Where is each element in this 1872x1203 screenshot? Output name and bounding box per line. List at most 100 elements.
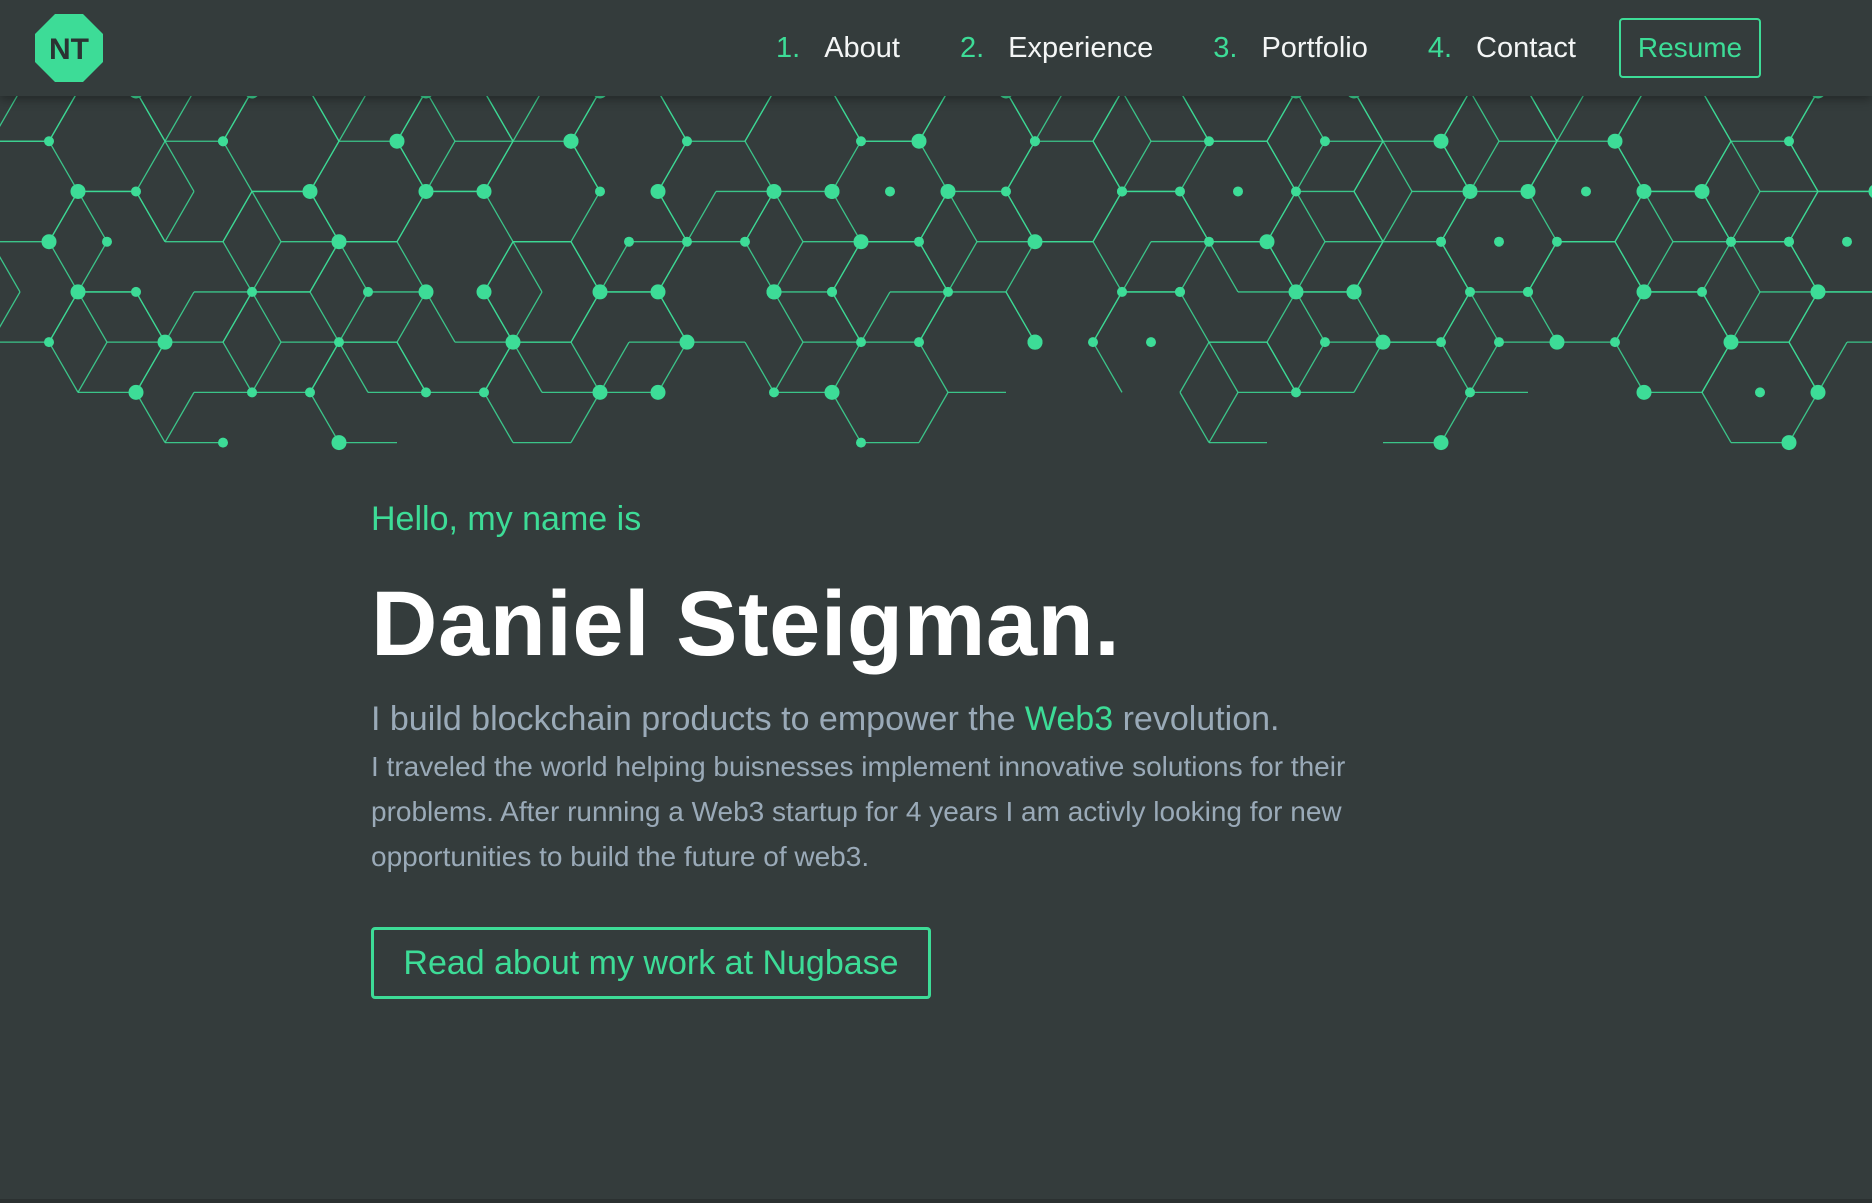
nav-item-experience[interactable]: 2. Experience xyxy=(960,32,1153,65)
network-node xyxy=(1291,387,1301,398)
network-line xyxy=(1730,291,1761,343)
network-line xyxy=(1353,140,1384,192)
nav-item-number: 4. xyxy=(1427,31,1453,64)
network-line xyxy=(48,341,79,393)
network-line xyxy=(1440,96,1468,142)
network-line xyxy=(744,341,775,393)
network-line xyxy=(1614,96,1642,142)
network-node xyxy=(1204,236,1214,247)
network-line xyxy=(1208,241,1239,293)
nav-item-label: Experience xyxy=(1008,31,1154,64)
network-line xyxy=(512,96,540,142)
nav-item-portfolio[interactable]: 3. Portfolio xyxy=(1213,32,1368,65)
network-line xyxy=(773,291,804,343)
network-line xyxy=(396,341,427,393)
network-line xyxy=(77,191,108,243)
network-line xyxy=(1788,191,1819,243)
network-line xyxy=(1788,140,1819,192)
network-line xyxy=(599,241,630,293)
network-line xyxy=(831,191,862,243)
network-node xyxy=(682,136,692,147)
network-line xyxy=(483,341,514,393)
network-line xyxy=(222,291,253,343)
network-line xyxy=(222,191,253,243)
network-node xyxy=(73,186,83,197)
network-line xyxy=(222,341,253,393)
network-line xyxy=(1353,341,1384,393)
network-node xyxy=(1784,236,1794,247)
network-line xyxy=(251,191,282,243)
network-line xyxy=(77,341,108,393)
network-line xyxy=(483,241,514,293)
network-line xyxy=(1295,291,1326,343)
network-node xyxy=(856,337,866,348)
network-node xyxy=(766,183,782,199)
network-line xyxy=(222,140,253,192)
network-line xyxy=(744,191,775,243)
network-node xyxy=(1175,186,1185,197)
network-line xyxy=(947,241,978,293)
network-line xyxy=(309,291,340,343)
network-line xyxy=(1008,96,1036,142)
network-line xyxy=(1179,191,1210,243)
nav-item-label: Contact xyxy=(1476,31,1576,64)
network-line xyxy=(222,96,250,142)
network-node xyxy=(218,437,228,448)
network-node xyxy=(856,136,866,147)
network-line xyxy=(831,341,862,393)
network-line xyxy=(831,140,862,192)
network-node xyxy=(41,234,57,250)
network-line xyxy=(1005,140,1036,192)
network-line xyxy=(396,291,427,343)
network-line xyxy=(1469,291,1500,343)
network-node xyxy=(1146,337,1156,348)
network-node xyxy=(1523,286,1533,297)
nav-item-contact[interactable]: 4. Contact xyxy=(1428,32,1576,65)
network-line xyxy=(48,191,79,243)
network-node xyxy=(1030,136,1040,147)
network-node xyxy=(389,133,405,149)
network-line xyxy=(657,241,688,293)
nav-item-label: Portfolio xyxy=(1261,31,1368,64)
network-line xyxy=(396,191,427,243)
network-line xyxy=(48,291,79,343)
network-node xyxy=(885,186,895,197)
network-node xyxy=(594,96,606,99)
network-line xyxy=(947,191,978,243)
nav-item-number: 2. xyxy=(959,31,985,64)
network-line xyxy=(1179,341,1210,393)
nav-item-label: About xyxy=(824,31,900,64)
network-line xyxy=(1788,392,1819,443)
network-line xyxy=(1472,96,1500,142)
network-node xyxy=(421,387,431,398)
network-line xyxy=(0,96,18,127)
network-line xyxy=(1701,392,1732,443)
network-line xyxy=(483,291,514,343)
network-line xyxy=(512,241,543,293)
network-node xyxy=(853,234,869,250)
resume-button[interactable]: Resume xyxy=(1619,18,1761,78)
network-line xyxy=(164,291,195,343)
network-line xyxy=(135,392,166,443)
network-node xyxy=(1320,337,1330,348)
network-line xyxy=(251,291,282,343)
octagon-monogram-icon[interactable]: NT xyxy=(35,14,103,82)
network-line xyxy=(338,241,369,293)
network-line xyxy=(1701,241,1732,293)
network-line xyxy=(396,96,424,142)
network-line xyxy=(1179,291,1210,343)
network-node xyxy=(1755,387,1765,398)
network-node xyxy=(331,435,347,451)
network-line xyxy=(77,291,108,343)
network-line xyxy=(570,341,601,393)
network-line xyxy=(570,96,598,142)
network-line xyxy=(512,341,543,393)
network-line xyxy=(570,140,601,192)
network-line xyxy=(660,96,688,142)
network-node xyxy=(247,286,257,297)
nav-item-about[interactable]: 1. About xyxy=(776,32,900,65)
network-line xyxy=(1788,241,1819,293)
nugbase-work-button[interactable]: Read about my work at Nugbase xyxy=(371,927,931,999)
network-line xyxy=(483,392,514,443)
hexagon-network-background xyxy=(0,96,1872,451)
